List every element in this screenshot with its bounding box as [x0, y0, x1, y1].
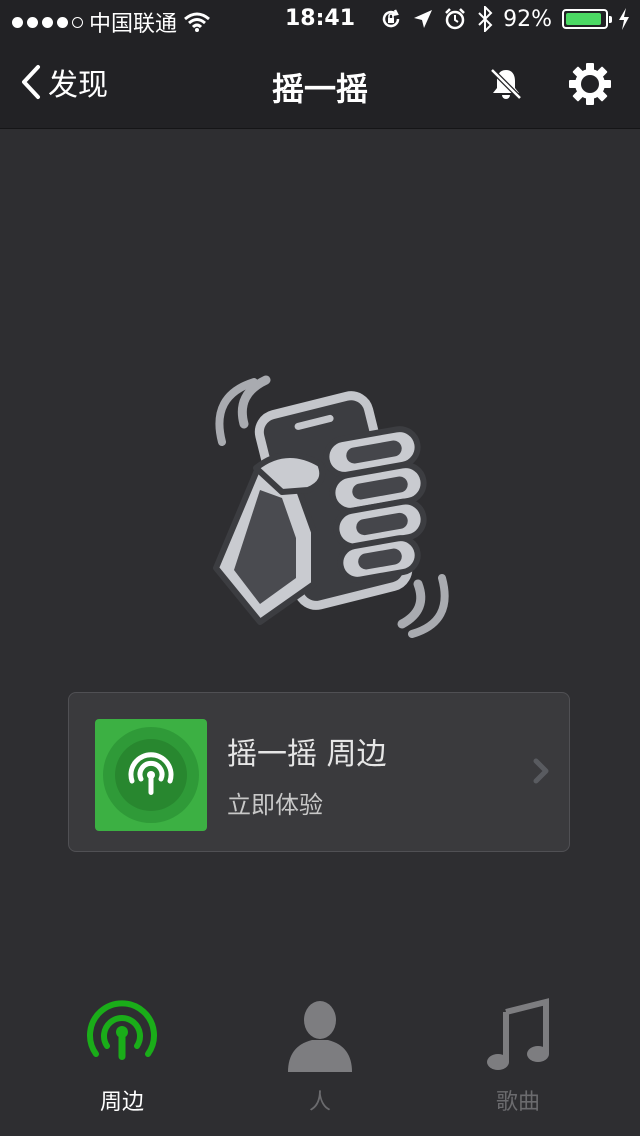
music-note-icon: [487, 998, 549, 1070]
tab-nearby[interactable]: 周边: [42, 980, 202, 1116]
settings-gear-icon[interactable]: [568, 62, 612, 106]
tab-songs[interactable]: 歌曲: [438, 980, 598, 1116]
page-title: 摇一摇: [271, 70, 368, 108]
tab-label-songs: 歌曲: [495, 1090, 540, 1115]
alarm-icon: [445, 8, 465, 30]
battery-percent: 92%: [503, 6, 552, 32]
tab-label-people: 人: [308, 1090, 331, 1115]
location-icon: [414, 10, 433, 28]
bluetooth-icon: [478, 6, 493, 32]
tab-bar: 周边 人 歌曲: [0, 980, 640, 1136]
person-icon: [288, 1001, 352, 1072]
status-bar: 中国联通 18:41 92%: [0, 0, 640, 40]
card-title: 摇一摇 周边: [227, 737, 387, 772]
shake-hand-icon[interactable]: [196, 372, 470, 640]
status-right: 92%: [379, 6, 630, 32]
card-subtitle: 立即体验: [227, 791, 323, 819]
beacon-icon: [87, 1000, 157, 1060]
header: 中国联通 18:41 92% 发现 摇一摇: [0, 0, 640, 129]
mute-bell-icon[interactable]: [488, 66, 524, 102]
tab-people[interactable]: 人: [240, 980, 400, 1116]
battery-icon: [562, 9, 612, 29]
beacon-icon: [103, 727, 199, 823]
rotation-lock-icon: [382, 9, 400, 28]
navigation-bar: 发现 摇一摇: [0, 40, 640, 128]
chevron-right-icon: [533, 758, 549, 784]
charging-icon: [619, 8, 629, 30]
battery-level: [566, 13, 601, 25]
tab-label-nearby: 周边: [99, 1090, 144, 1115]
shake-nearby-card[interactable]: 摇一摇 周边 立即体验: [68, 692, 570, 852]
nearby-card-icon: [95, 719, 207, 831]
